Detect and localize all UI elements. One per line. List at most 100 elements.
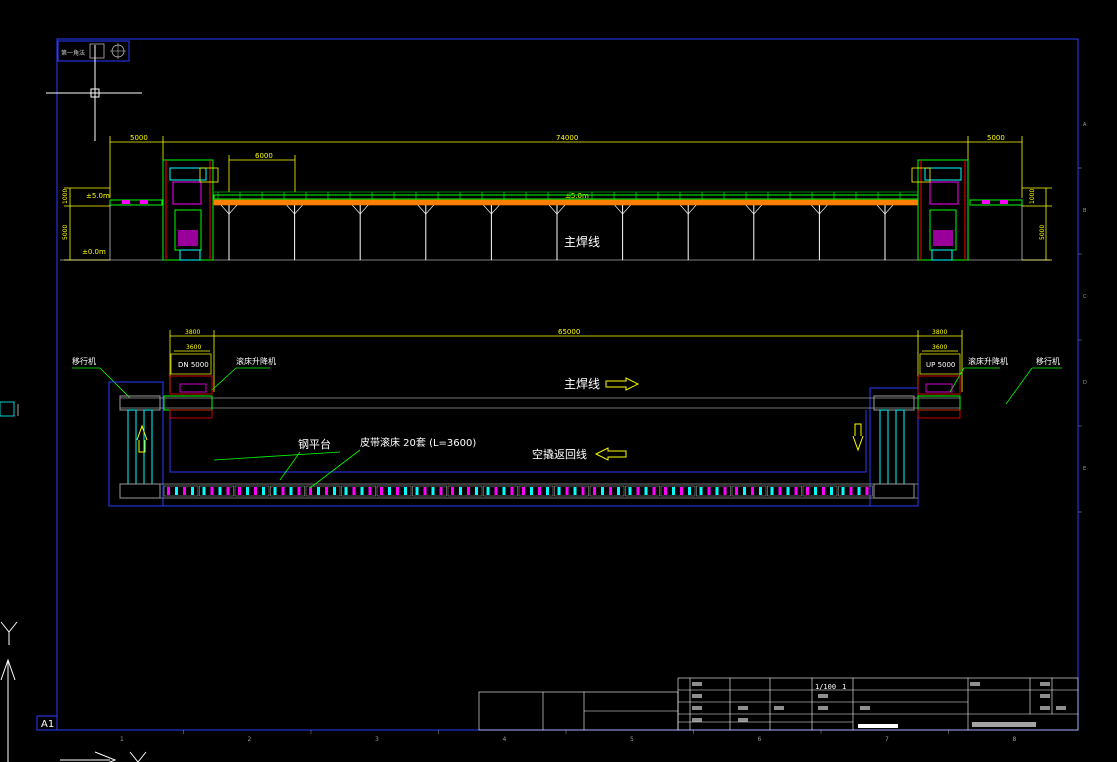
roller-unit-mark <box>794 487 798 495</box>
roller-unit-mark <box>546 487 549 495</box>
plan-view[interactable]: 3800 3600 65000 3800 3600 DN 5000 UP 500… <box>72 328 1062 507</box>
title-cell-mark <box>1040 694 1050 698</box>
roller-unit-mark <box>439 487 443 495</box>
roller-unit-mark <box>743 487 746 495</box>
right-ruler-label: B <box>1083 208 1087 214</box>
right-lift-tower <box>911 159 969 261</box>
roller-unit-mark <box>865 487 869 495</box>
right-ruler-label: E <box>1083 466 1086 472</box>
callout-right-inner: 滚床升降机 <box>968 356 1008 366</box>
title-sheet-no: 1 <box>842 683 846 691</box>
roller-unit-mark <box>699 487 703 495</box>
platform-columns <box>220 204 894 260</box>
callout-right-outer: 移行机 <box>1036 356 1060 366</box>
roller-unit-mark <box>183 487 186 495</box>
bottom-ruler-label: 6 <box>758 736 762 743</box>
plan-dim-total: 65000 <box>558 328 580 336</box>
right-ruler-label: C <box>1083 294 1087 300</box>
roller-unit-mark <box>759 487 762 495</box>
roller-unit-mark <box>672 487 675 495</box>
roller-unit-mark <box>317 487 320 495</box>
roller-unit-mark <box>273 487 277 495</box>
roller-unit-mark <box>388 487 391 495</box>
right-ruler: A B C D E <box>1078 122 1087 513</box>
title-company-bar <box>972 722 1036 727</box>
title-name-bar <box>858 724 898 728</box>
roller-unit-mark <box>680 487 683 495</box>
elev-dim-left: 5000 <box>130 134 148 142</box>
title-cell-mark <box>1040 706 1050 710</box>
roller-unit-mark <box>770 487 774 495</box>
left-edge-marker <box>0 401 19 417</box>
title-cell-mark <box>692 694 702 698</box>
roller-unit-mark <box>459 487 462 495</box>
roller-unit-mark <box>617 487 620 495</box>
bottom-ruler-label: 1 <box>120 736 124 743</box>
plan-platform-label: 钢平台 <box>298 437 331 451</box>
sheet-frame: A1 <box>36 38 1079 731</box>
roller-unit-mark <box>431 487 435 495</box>
left-side-platform <box>109 199 163 260</box>
flow-arrow-down-icon <box>852 423 864 452</box>
elev-vert-right-large: 5000 <box>1039 225 1046 240</box>
roller-unit-mark <box>218 487 222 495</box>
roller-unit-mark <box>510 487 514 495</box>
flow-arrow-up-icon <box>136 424 148 453</box>
roller-unit-mark <box>238 487 241 495</box>
roller-unit-mark <box>396 487 399 495</box>
roller-unit-mark <box>636 487 640 495</box>
bottom-ruler-label: 2 <box>248 736 252 743</box>
elev-dim-inner: 6000 <box>255 152 273 160</box>
bottom-ruler-label: 5 <box>630 736 634 743</box>
plan-dim-right-outer: 3800 <box>932 329 947 336</box>
title-cell-mark <box>738 718 748 722</box>
roller-unit-mark <box>664 487 667 495</box>
roller-unit-mark <box>226 487 230 495</box>
bottom-ruler-label: 7 <box>885 736 889 743</box>
roller-unit-mark <box>593 487 596 495</box>
roller-unit-mark <box>715 487 719 495</box>
sheet-size-label: A1 <box>41 719 54 730</box>
plan-conveyor-spec: 皮带滚床 20套 (L=3600) <box>360 436 476 449</box>
roller-unit-mark <box>735 487 738 495</box>
roller-unit-mark <box>723 487 727 495</box>
roller-unit-mark <box>467 487 470 495</box>
roller-unit-mark <box>778 487 782 495</box>
roller-unit-mark <box>352 487 356 495</box>
roller-unit-mark <box>857 487 861 495</box>
roller-unit-mark <box>191 487 194 495</box>
elevation-view[interactable]: 5000 74000 5000 6000 ±5.0m ±5.0m ±0.0m 1… <box>60 134 1052 261</box>
crosshair-cursor-icon <box>46 45 142 141</box>
bottom-ruler-label: 3 <box>375 736 379 743</box>
roller-unit-mark <box>573 487 577 495</box>
title-cell-mark <box>738 706 748 710</box>
roller-unit-mark <box>415 487 419 495</box>
roller-unit-mark <box>175 487 178 495</box>
bottom-ruler-label: 4 <box>503 736 507 743</box>
roller-unit-mark <box>841 487 845 495</box>
roller-unit-mark <box>297 487 301 495</box>
elev-level-zero: ±0.0m <box>82 248 106 256</box>
title-cell-mark <box>970 682 980 686</box>
roller-unit-mark <box>581 487 585 495</box>
right-transfer-rails <box>879 409 905 485</box>
right-ruler-label: D <box>1083 380 1087 386</box>
roller-unit-mark <box>380 487 383 495</box>
title-cell-mark <box>818 694 828 698</box>
roller-unit-mark <box>254 487 257 495</box>
roller-unit-mark <box>830 487 833 495</box>
flow-arrow-right-icon <box>605 377 640 391</box>
title-cell-mark <box>1056 706 1066 710</box>
roller-unit-mark <box>281 487 285 495</box>
roller-unit-mark <box>262 487 265 495</box>
title-cell-mark <box>692 706 702 710</box>
left-transfer-rails <box>127 409 153 485</box>
roller-unit-mark <box>822 487 825 495</box>
roller-unit-mark <box>423 487 427 495</box>
roller-unit-mark <box>557 487 561 495</box>
roller-unit-mark <box>344 487 348 495</box>
projection-label: 第一角法 <box>61 49 85 57</box>
cad-drawing-canvas[interactable]: A1 12345678 ABCDE 第一角法 5000 74000 5000 6… <box>0 0 1117 762</box>
roller-unit-mark <box>522 487 525 495</box>
title-scale: 1/100 <box>815 683 836 691</box>
